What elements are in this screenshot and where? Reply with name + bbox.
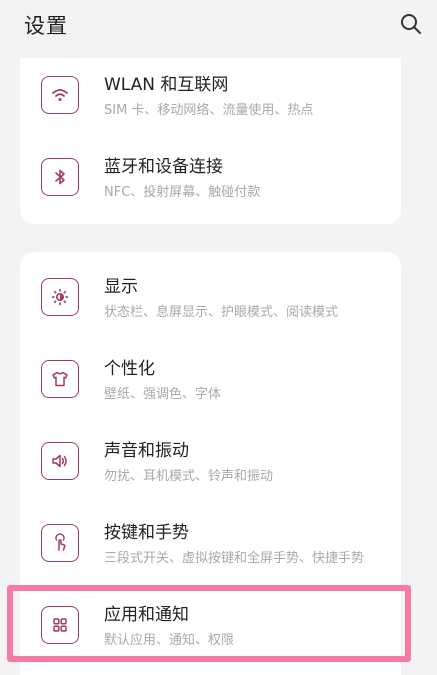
item-title: WLAN 和互联网 <box>104 75 229 95</box>
settings-item-apps-notifications[interactable]: 应用和通知 默认应用、通知、权限 <box>20 588 401 668</box>
item-subtitle: 状态栏、息屏显示、护眼模式、阅读模式 <box>104 305 339 320</box>
item-subtitle: NFC、投射屏幕、触碰付款 <box>104 185 261 200</box>
brightness-icon <box>41 278 79 316</box>
item-subtitle: 默认应用、通知、权限 <box>104 633 235 648</box>
item-subtitle: 勿扰、耳机模式、铃声和振动 <box>104 469 274 484</box>
settings-group-device: 显示 状态栏、息屏显示、护眼模式、阅读模式 个性化 壁纸、强调色、字体 声音和振… <box>20 252 401 675</box>
item-title: 声音和振动 <box>104 441 189 461</box>
item-subtitle: 壁纸、强调色、字体 <box>104 387 222 402</box>
top-bar: 设置 <box>0 0 437 58</box>
gesture-icon <box>41 524 79 562</box>
speaker-icon <box>41 442 79 480</box>
page-title: 设置 <box>24 14 68 38</box>
settings-item-sound[interactable]: 声音和振动 勿扰、耳机模式、铃声和振动 <box>20 424 401 504</box>
item-title: 个性化 <box>104 359 155 379</box>
settings-item-wlan[interactable]: WLAN 和互联网 SIM 卡、移动网络、流量使用、热点 <box>20 58 401 138</box>
settings-item-buttons-gestures[interactable]: 按键和手势 三段式开关、虚拟按键和全屏手势、快捷手势 <box>20 506 401 586</box>
item-title: 蓝牙和设备连接 <box>104 157 223 177</box>
item-subtitle: 三段式开关、虚拟按键和全屏手势、快捷手势 <box>104 551 365 566</box>
item-title: 应用和通知 <box>104 605 189 625</box>
settings-item-display[interactable]: 显示 状态栏、息屏显示、护眼模式、阅读模式 <box>20 260 401 340</box>
settings-item-bluetooth[interactable]: 蓝牙和设备连接 NFC、投射屏幕、触碰付款 <box>20 140 401 220</box>
item-title: 显示 <box>104 277 138 297</box>
item-title: 按键和手势 <box>104 523 189 543</box>
settings-item-personalization[interactable]: 个性化 壁纸、强调色、字体 <box>20 342 401 422</box>
search-icon[interactable] <box>399 12 423 36</box>
wifi-icon <box>41 76 79 114</box>
item-subtitle: SIM 卡、移动网络、流量使用、热点 <box>104 103 314 118</box>
tshirt-icon <box>41 360 79 398</box>
bluetooth-icon <box>41 158 79 196</box>
settings-group-connectivity: WLAN 和互联网 SIM 卡、移动网络、流量使用、热点 蓝牙和设备连接 NFC… <box>20 58 401 224</box>
apps-grid-icon <box>41 606 79 644</box>
